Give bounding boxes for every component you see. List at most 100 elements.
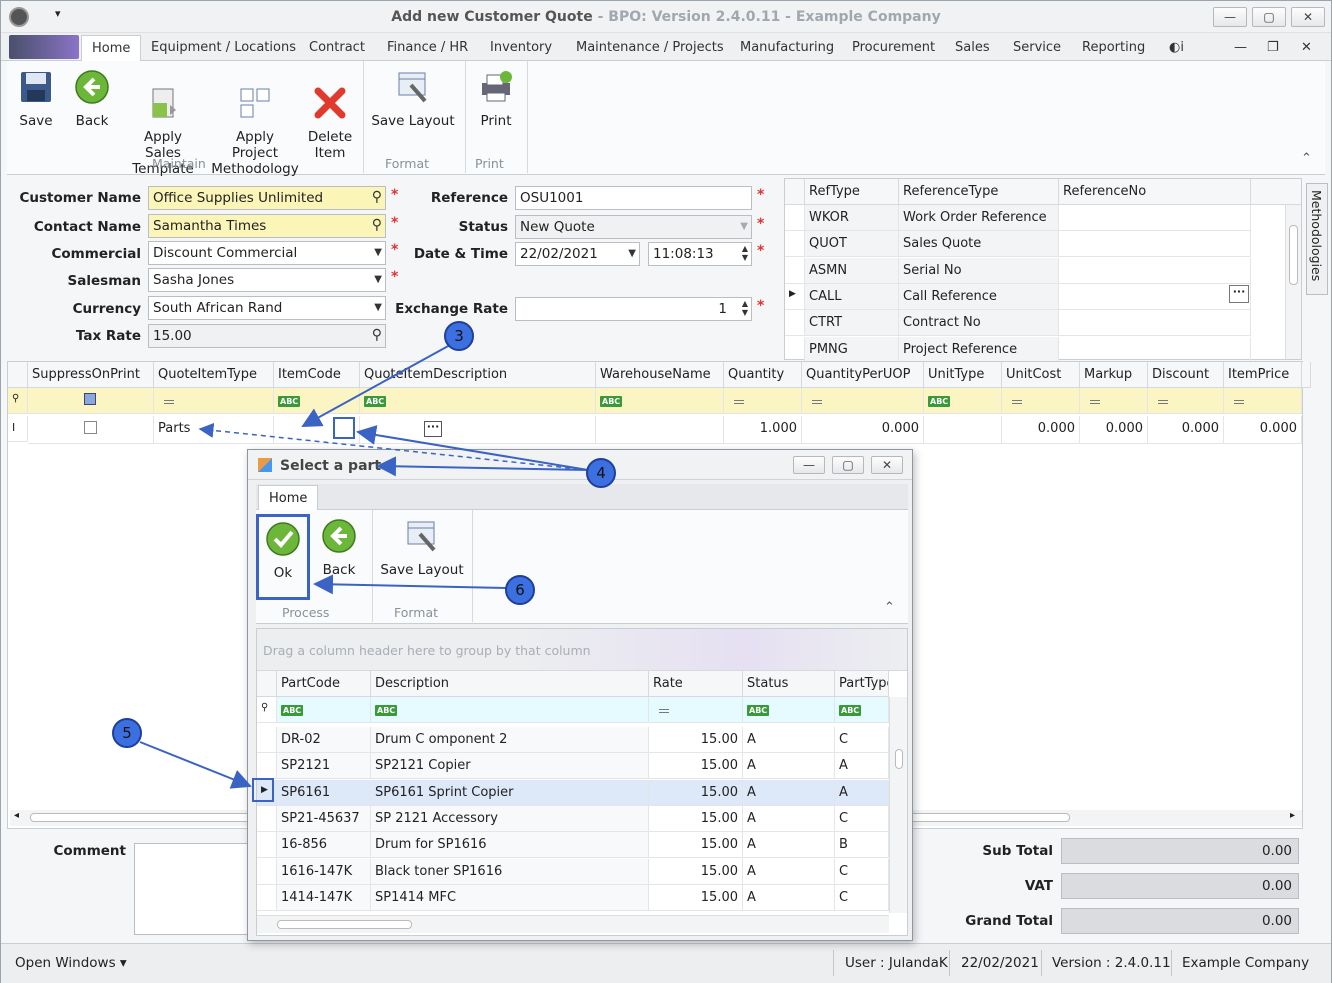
item-code-lookup-button[interactable]: ··· <box>424 421 442 437</box>
part-cell[interactable]: SP6161 <box>277 779 371 806</box>
part-cell[interactable]: SP2121 Copier <box>371 753 649 780</box>
col-header-quantity[interactable]: Quantity <box>724 362 802 388</box>
part-cell[interactable]: 15.00 <box>649 805 743 832</box>
row-indicator[interactable] <box>257 858 277 885</box>
time-spinner[interactable]: 11:08:13 ▲ ▼ <box>648 242 752 266</box>
filter-cell[interactable]: ABC <box>835 697 889 723</box>
close-button[interactable]: ✕ <box>1291 7 1325 27</box>
col-header-itemcode[interactable]: ItemCode <box>274 362 360 388</box>
dialog-minimize-button[interactable]: — <box>793 456 825 474</box>
item-cell[interactable]: 0.000 <box>1224 416 1302 444</box>
tab-reporting[interactable]: Reporting <box>1082 40 1145 55</box>
reference-no-cell[interactable] <box>1059 205 1251 231</box>
reference-no-cell[interactable] <box>1059 257 1251 284</box>
ref-type-cell[interactable]: QUOT <box>805 231 899 258</box>
item-cell[interactable]: 1.000 <box>724 416 802 444</box>
horizontal-scrollbar[interactable] <box>257 915 889 933</box>
col-header-unitcost[interactable]: UnitCost <box>1002 362 1080 388</box>
reference-no-cell[interactable] <box>1059 310 1251 337</box>
row-indicator[interactable] <box>785 336 805 363</box>
methodologies-side-tab[interactable]: Methodologies <box>1306 183 1328 295</box>
part-cell[interactable]: DR-02 <box>277 727 371 753</box>
part-cell[interactable]: C <box>835 858 889 885</box>
filter-cell[interactable] <box>28 388 154 414</box>
part-cell[interactable]: A <box>835 779 889 806</box>
part-cell[interactable]: B <box>835 832 889 859</box>
tab-procurement[interactable]: Procurement <box>852 40 935 55</box>
item-cell[interactable]: 0.000 <box>802 416 924 444</box>
tax-rate-field[interactable]: 15.00 ⚲ <box>148 324 386 348</box>
part-cell[interactable]: A <box>743 805 835 832</box>
dialog-maximize-button[interactable]: ▢ <box>832 456 864 474</box>
delete-item-button[interactable]: Delete Item <box>307 69 353 177</box>
part-cell[interactable]: A <box>743 832 835 859</box>
part-cell[interactable]: SP2121 <box>277 753 371 780</box>
filter-cell[interactable] <box>802 388 924 414</box>
filter-cell[interactable] <box>1080 388 1148 414</box>
part-cell[interactable]: 1616-147K <box>277 858 371 885</box>
row-indicator[interactable] <box>257 753 277 780</box>
customer-name-field[interactable]: Office Supplies Unlimited ⚲ <box>148 186 386 210</box>
row-indicator[interactable]: ▶ <box>785 283 805 310</box>
part-cell[interactable]: A <box>743 779 835 806</box>
row-indicator[interactable] <box>257 727 277 753</box>
filter-cell[interactable]: ABC <box>274 388 360 414</box>
tab-finance-hr[interactable]: Finance / HR <box>387 40 468 55</box>
item-cell[interactable] <box>924 416 1002 444</box>
col-header-discount[interactable]: Discount <box>1148 362 1224 388</box>
contact-name-field[interactable]: Samantha Times ⚲ <box>148 214 386 238</box>
tab-service[interactable]: Service <box>1013 40 1061 55</box>
part-cell[interactable]: C <box>835 727 889 753</box>
filter-cell[interactable]: ABC <box>360 388 596 414</box>
row-indicator[interactable] <box>785 310 805 337</box>
col-header-referencetype[interactable]: ReferenceType <box>899 179 1059 205</box>
row-indicator[interactable] <box>785 205 805 231</box>
collapse-ribbon-icon[interactable]: ⌃ <box>884 600 895 615</box>
part-cell[interactable]: 1414-147K <box>277 884 371 911</box>
part-cell[interactable]: SP 2121 Accessory <box>371 805 649 832</box>
part-cell[interactable]: A <box>835 753 889 780</box>
item-cell[interactable]: 0.000 <box>1002 416 1080 444</box>
ref-type-cell[interactable]: CALL <box>805 283 899 310</box>
part-cell[interactable]: 15.00 <box>649 779 743 806</box>
mdi-minimize-icon[interactable]: — <box>1234 40 1247 55</box>
part-cell[interactable]: A <box>743 727 835 753</box>
col-header-status[interactable]: Status <box>743 671 835 697</box>
part-cell[interactable]: C <box>835 884 889 911</box>
dialog-back-button[interactable]: Back <box>316 518 362 578</box>
dialog-tab-home[interactable]: Home <box>258 485 319 511</box>
spinner-arrows-icon[interactable]: ▲ ▼ <box>742 244 748 262</box>
part-cell[interactable]: SP1414 MFC <box>371 884 649 911</box>
row-indicator[interactable]: ▶ <box>257 779 277 806</box>
vertical-scrollbar[interactable] <box>1285 205 1301 359</box>
chevron-down-icon[interactable]: ▼ <box>374 274 382 285</box>
chevron-down-icon[interactable]: ▼ <box>740 221 748 232</box>
search-icon[interactable]: ⚲ <box>372 189 382 205</box>
chevron-down-icon[interactable]: ▼ <box>374 302 382 313</box>
ref-type-cell[interactable]: ASMN <box>805 257 899 284</box>
part-cell[interactable]: 15.00 <box>649 727 743 753</box>
open-windows-menu[interactable]: Open Windows ▾ <box>15 955 127 971</box>
part-cell[interactable]: Drum for SP1616 <box>371 832 649 859</box>
item-cell[interactable] <box>274 416 360 444</box>
comment-textarea[interactable] <box>134 843 254 935</box>
row-indicator[interactable] <box>785 231 805 258</box>
filter-cell[interactable] <box>724 388 802 414</box>
part-cell[interactable]: 16-856 <box>277 832 371 859</box>
ref-type-cell[interactable]: WKOR <box>805 205 899 231</box>
dialog-save-layout-button[interactable]: Save Layout <box>380 518 464 578</box>
reference-type-cell[interactable]: Project Reference <box>899 336 1059 363</box>
col-header-quoteitemtype[interactable]: QuoteItemType <box>154 362 274 388</box>
tab-manufacturing[interactable]: Manufacturing <box>740 40 834 55</box>
filter-cell[interactable] <box>1002 388 1080 414</box>
part-cell[interactable]: Drum C omponent 2 <box>371 727 649 753</box>
back-button[interactable]: Back <box>69 69 115 129</box>
col-header-description[interactable]: Description <box>371 671 649 697</box>
reference-no-cell[interactable] <box>1059 336 1251 363</box>
tab-home[interactable]: Home <box>81 35 142 62</box>
filter-cell[interactable]: ABC <box>596 388 724 414</box>
part-cell[interactable]: C <box>835 805 889 832</box>
part-cell[interactable]: A <box>743 753 835 780</box>
scroll-thumb[interactable] <box>277 920 412 929</box>
row-indicator[interactable] <box>257 805 277 832</box>
